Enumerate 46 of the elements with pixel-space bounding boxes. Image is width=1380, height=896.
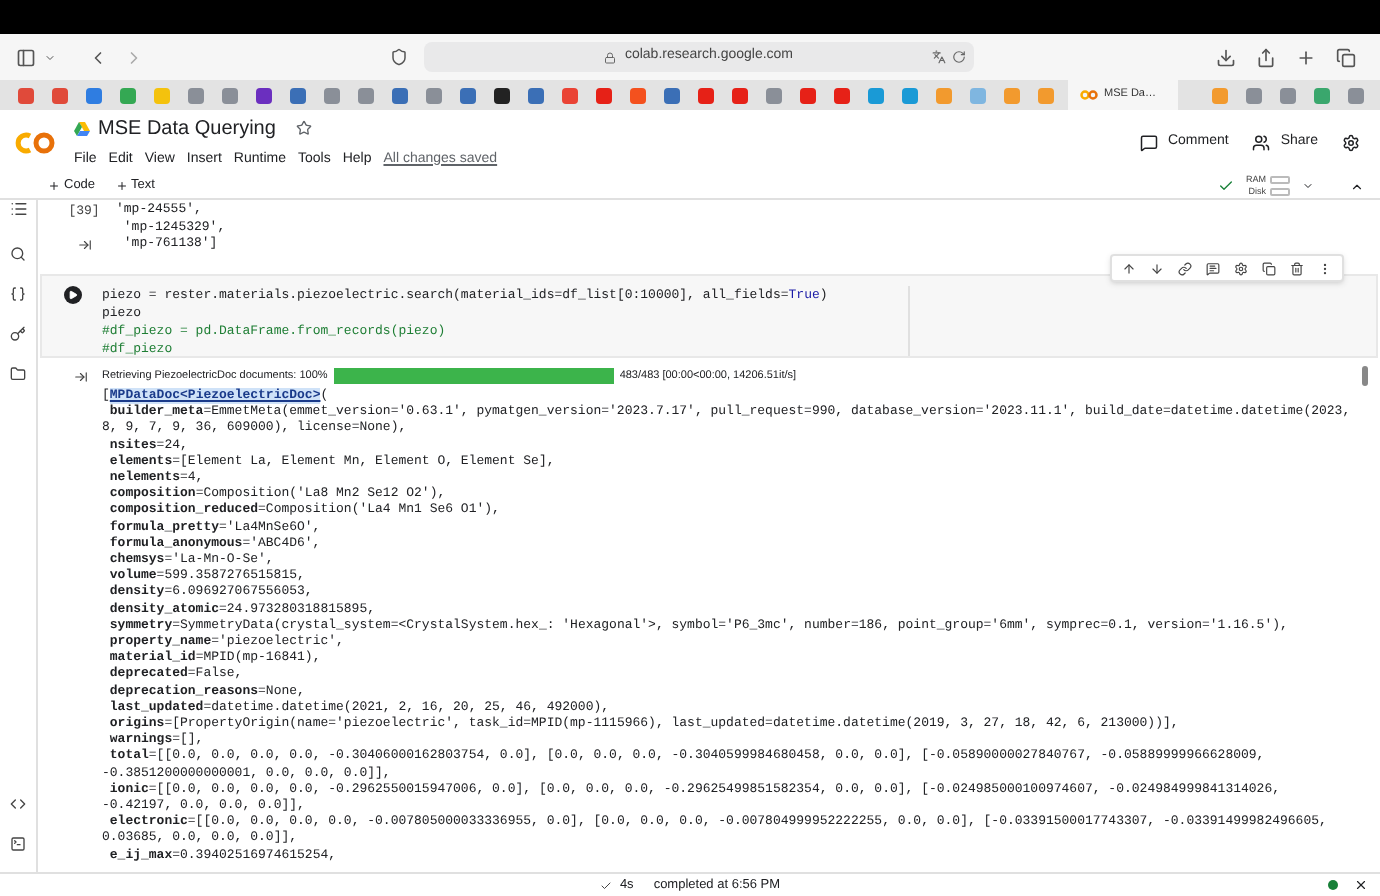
delete-icon[interactable]	[1290, 261, 1304, 275]
translate-icon[interactable]	[932, 50, 946, 64]
download-icon[interactable]	[1216, 47, 1236, 67]
folder-icon[interactable]	[10, 366, 26, 382]
colab-logo-icon	[12, 129, 58, 155]
colab-logo-icon	[1080, 90, 1098, 100]
link-icon[interactable]	[1178, 261, 1192, 275]
collapse-icon[interactable]	[1350, 179, 1364, 193]
reload-icon[interactable]	[952, 50, 966, 64]
lock-icon	[604, 51, 617, 63]
terminal-icon[interactable]	[10, 836, 26, 852]
share-icon[interactable]	[1256, 47, 1276, 67]
tab-favicon-icon[interactable]	[255, 87, 271, 103]
tab-favicon-icon[interactable]	[493, 87, 509, 103]
plus-icon	[48, 180, 60, 192]
people-icon	[1252, 133, 1271, 151]
key-icon[interactable]	[10, 326, 26, 342]
output-icon[interactable]	[77, 237, 91, 252]
star-icon[interactable]	[295, 120, 312, 137]
variables-icon[interactable]	[10, 286, 26, 302]
check-icon	[599, 879, 612, 891]
comment-icon	[1139, 133, 1158, 151]
drive-icon	[74, 121, 90, 136]
mirror-cell-icon[interactable]	[1262, 261, 1276, 275]
settings-icon[interactable]	[1234, 261, 1248, 275]
more-icon[interactable]	[1318, 261, 1332, 275]
sidebar-icon[interactable]	[16, 47, 36, 67]
settings-icon[interactable]	[1342, 133, 1360, 151]
run-button[interactable]	[63, 286, 81, 304]
check-icon	[1218, 178, 1234, 194]
new-tab-icon[interactable]	[1296, 47, 1316, 67]
move-up-icon[interactable]	[1122, 261, 1136, 275]
scrollbar-thumb[interactable]	[1362, 366, 1368, 386]
table-of-contents-icon[interactable]	[9, 200, 27, 218]
output-icon[interactable]	[73, 370, 87, 384]
notebook-title[interactable]: MSE Data Querying	[98, 113, 276, 144]
tabs-icon[interactable]	[1336, 47, 1356, 67]
chevron-down-icon[interactable]	[44, 51, 56, 63]
dropdown-icon[interactable]	[1302, 180, 1314, 192]
code-icon[interactable]	[10, 796, 26, 812]
search-icon[interactable]	[10, 246, 26, 262]
move-down-icon[interactable]	[1150, 261, 1164, 275]
plus-icon	[115, 180, 128, 192]
shield-icon[interactable]	[390, 48, 408, 66]
close-icon[interactable]	[1354, 878, 1368, 892]
comment-icon[interactable]	[1206, 261, 1220, 275]
